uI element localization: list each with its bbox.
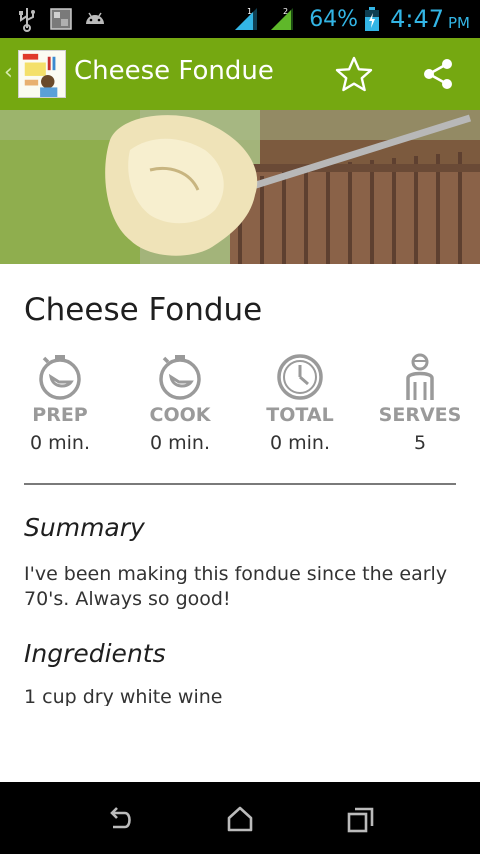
recipe-stats: PREP 0 min. COOK 0 min. TOTAL 0 min. SER… [0, 352, 480, 462]
stat-value: 0 min. [30, 432, 90, 454]
notification-icons [14, 6, 116, 32]
ingredient-item: 1 cup dry white wine [24, 686, 223, 706]
battery-percent: 64% [309, 6, 359, 32]
stat-cook: COOK 0 min. [120, 352, 240, 454]
stat-value: 0 min. [270, 432, 330, 454]
signal-1-label: 1 [247, 7, 252, 16]
status-bar: 1 2 64% 4:47 PM [0, 0, 480, 38]
ingredients-heading: Ingredients [24, 639, 166, 668]
signal-2-label: 2 [283, 7, 288, 16]
share-icon[interactable] [420, 56, 456, 92]
stat-total: TOTAL 0 min. [240, 352, 360, 454]
clock-ampm: PM [448, 14, 470, 32]
recents-icon[interactable] [346, 804, 376, 834]
timer-icon [159, 355, 201, 400]
timer-icon [39, 355, 81, 400]
divider [24, 483, 456, 485]
stat-label: PREP [32, 404, 88, 426]
signal-icon: 1 [235, 7, 258, 30]
android-icon [86, 12, 104, 24]
recipe-title: Cheese Fondue [24, 292, 263, 328]
home-icon[interactable] [225, 804, 255, 834]
stat-label: TOTAL [266, 404, 334, 426]
signal-icon: 2 [271, 7, 294, 30]
stat-value: 5 [413, 432, 427, 454]
system-status-icons: 1 2 64% 4:47 PM [233, 0, 470, 38]
app-logo-icon[interactable] [18, 50, 66, 98]
person-icon [406, 353, 434, 400]
back-icon[interactable] [105, 804, 135, 834]
summary-text: I've been making this fondue since the e… [24, 563, 448, 610]
stat-serves: SERVES 5 [360, 352, 480, 454]
recipe-photo [0, 110, 480, 264]
summary-heading: Summary [24, 513, 145, 542]
up-caret-icon[interactable]: ‹ [4, 60, 13, 85]
gallery-icon [50, 8, 72, 30]
navigation-bar [0, 782, 480, 854]
fondue-illustration [0, 110, 480, 264]
stat-value: 0 min. [150, 432, 210, 454]
usb-icon [19, 8, 35, 32]
clock-icon [277, 354, 323, 400]
clock-time: 4:47 [390, 5, 444, 33]
stat-label: COOK [149, 404, 211, 426]
battery-icon [365, 7, 380, 31]
star-icon[interactable] [334, 55, 374, 95]
page-title: Cheese Fondue [74, 56, 274, 86]
action-bar: ‹ Cheese Fondue [0, 38, 480, 110]
stat-label: SERVES [378, 404, 462, 426]
stat-prep: PREP 0 min. [0, 352, 120, 454]
